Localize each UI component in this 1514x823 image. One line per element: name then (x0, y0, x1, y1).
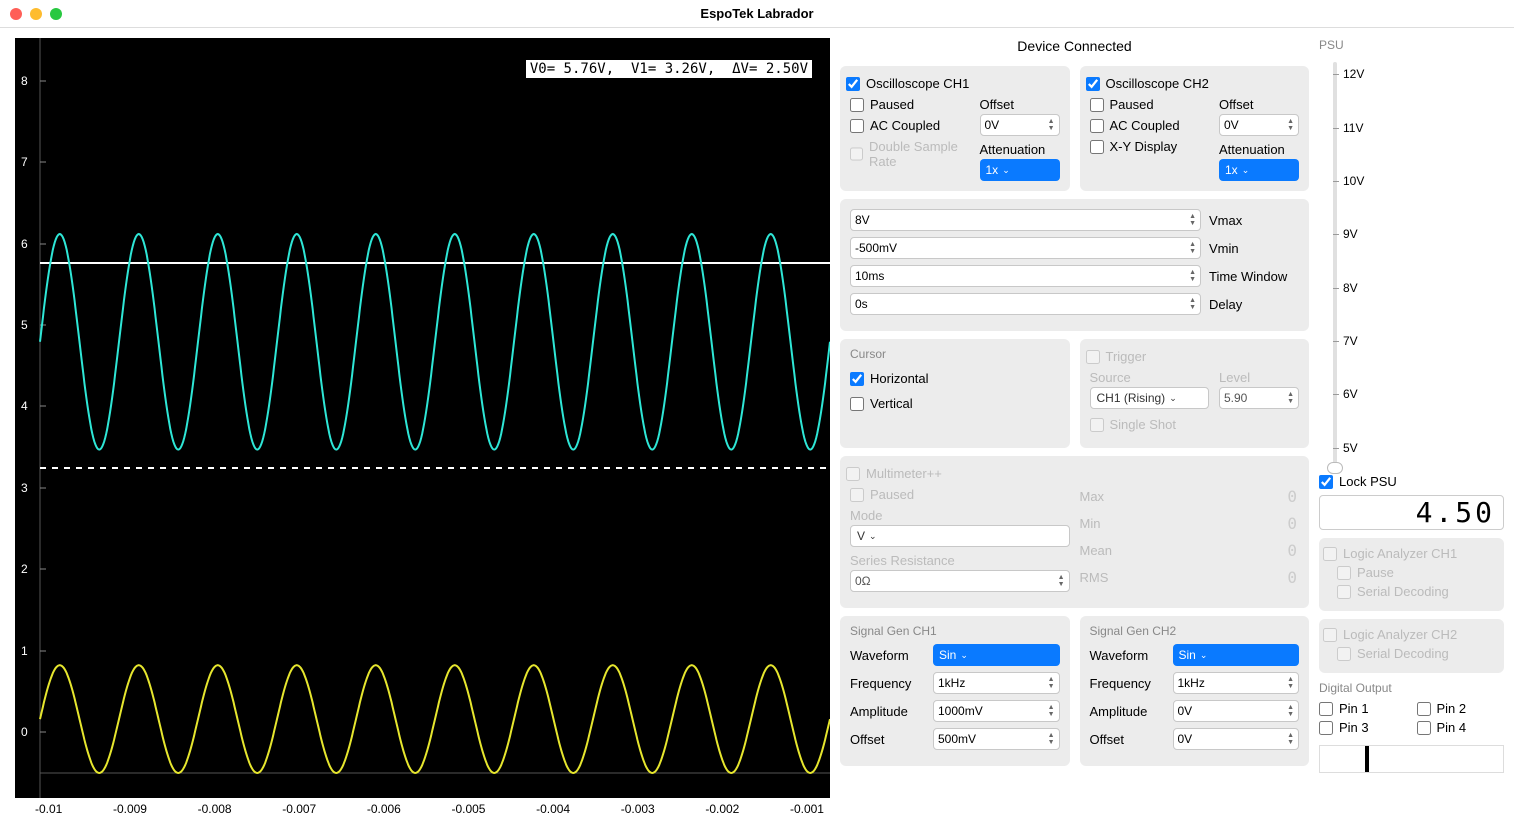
psu-slider[interactable]: 12V 11V 10V 9V 8V 7V 6V 5V (1333, 58, 1504, 468)
multimeter-group: Multimeter++ Paused Mode V⌄ Series Resis… (840, 456, 1309, 608)
la2-serial-decoding (1337, 647, 1351, 661)
y-tick: 8 (21, 74, 28, 88)
vmin-input[interactable]: ▲▼ (850, 237, 1201, 259)
x-tick: -0.009 (113, 802, 147, 816)
mm-paused (850, 488, 864, 502)
la1-enable[interactable] (1323, 547, 1337, 561)
mm-series-res-input: ▲▼ (850, 570, 1070, 592)
x-tick: -0.002 (705, 802, 739, 816)
mm-mean-value: 0 (1287, 541, 1299, 560)
x-axis: -0.01 -0.009 -0.008 -0.007 -0.006 -0.005… (15, 798, 830, 816)
timewindow-input[interactable]: ▲▼ (850, 265, 1201, 287)
cursor-readout: V0= 5.76V, V1= 3.26V, ΔV= 2.50V (526, 60, 812, 78)
digital-output-group: Digital Output Pin 1 Pin 2 Pin 3 Pin 4 (1319, 681, 1504, 773)
y-tick: 3 (21, 481, 28, 495)
vmax-input[interactable]: ▲▼ (850, 209, 1201, 231)
ch2-paused[interactable] (1090, 98, 1104, 112)
ch1-double-sample (850, 147, 863, 161)
trigger-level-input: ▲▼ (1219, 387, 1299, 409)
sig1-amp-input[interactable]: ▲▼ (933, 700, 1060, 722)
multimeter-enable[interactable] (846, 467, 860, 481)
lock-psu[interactable] (1319, 475, 1333, 489)
y-tick: 0 (21, 725, 28, 739)
la2-enable[interactable] (1323, 628, 1337, 642)
x-tick: -0.005 (451, 802, 485, 816)
y-tick: 7 (21, 155, 28, 169)
ch1-offset-input[interactable]: ▲▼ (980, 114, 1060, 136)
logic-analyzer-ch2-group: Logic Analyzer CH2 Serial Decoding (1319, 619, 1504, 673)
ch1-paused[interactable] (850, 98, 864, 112)
x-tick: -0.001 (790, 802, 824, 816)
sig2-waveform-select[interactable]: Sin⌄ (1173, 644, 1300, 666)
scope-ch2-enable[interactable] (1086, 77, 1100, 91)
digital-pin2[interactable] (1417, 702, 1431, 716)
digital-output-preview (1319, 745, 1504, 773)
y-tick: 2 (21, 562, 28, 576)
sig2-amp-input[interactable]: ▲▼ (1173, 700, 1300, 722)
scope-ch2-group: Oscilloscope CH2 Paused AC Coupled X-Y D… (1080, 66, 1310, 191)
x-tick: -0.008 (198, 802, 232, 816)
digital-pin3[interactable] (1319, 721, 1333, 735)
ch2-atten-select[interactable]: 1x⌄ (1219, 159, 1299, 181)
mm-rms-value: 0 (1287, 568, 1299, 587)
sig1-offset-input[interactable]: ▲▼ (933, 728, 1060, 750)
ch1-atten-select[interactable]: 1x⌄ (980, 159, 1060, 181)
device-status: Device Connected (840, 38, 1309, 54)
ch2-offset-input[interactable]: ▲▼ (1219, 114, 1299, 136)
y-tick: 4 (21, 399, 28, 413)
sig1-waveform-select[interactable]: Sin⌄ (933, 644, 1060, 666)
y-tick: 5 (21, 318, 28, 332)
logic-analyzer-ch1-group: Logic Analyzer CH1 Pause Serial Decoding (1319, 538, 1504, 611)
minimize-icon[interactable] (30, 8, 42, 20)
x-tick: -0.003 (621, 802, 655, 816)
scope-ch2-title: Oscilloscope CH2 (1106, 76, 1209, 91)
trigger-single-shot (1090, 418, 1104, 432)
digital-pin1[interactable] (1319, 702, 1333, 716)
ch1-ac-coupled[interactable] (850, 119, 864, 133)
sig2-freq-input[interactable]: ▲▼ (1173, 672, 1300, 694)
scope-ch1-enable[interactable] (846, 77, 860, 91)
cursor-vertical[interactable] (850, 397, 864, 411)
mm-max-value: 0 (1287, 487, 1299, 506)
trigger-source-select: CH1 (Rising)⌄ (1090, 387, 1210, 409)
x-tick: -0.004 (536, 802, 570, 816)
window-title: EspoTek Labrador (0, 6, 1514, 21)
x-tick: -0.01 (35, 802, 62, 816)
x-tick: -0.007 (282, 802, 316, 816)
psu-voltage-display: 4.50 (1319, 495, 1504, 530)
fullscreen-icon[interactable] (50, 8, 62, 20)
la1-serial-decoding (1337, 585, 1351, 599)
x-tick: -0.006 (367, 802, 401, 816)
oscilloscope-plot[interactable]: V0= 5.76V, V1= 3.26V, ΔV= 2.50V 8 7 6 5 … (15, 38, 830, 798)
trigger-enable[interactable] (1086, 350, 1100, 364)
siggen-ch1-group: Signal Gen CH1 WaveformSin⌄ Frequency▲▼ … (840, 616, 1070, 766)
cursor-horizontal[interactable] (850, 372, 864, 386)
mm-mode-select: V⌄ (850, 525, 1070, 547)
range-group: ▲▼Vmax ▲▼Vmin ▲▼Time Window ▲▼Delay (840, 199, 1309, 331)
y-tick: 6 (21, 237, 28, 251)
titlebar: EspoTek Labrador (0, 0, 1514, 28)
close-icon[interactable] (10, 8, 22, 20)
sig2-offset-input[interactable]: ▲▼ (1173, 728, 1300, 750)
ch2-ac-coupled[interactable] (1090, 119, 1104, 133)
trigger-group: Trigger Source CH1 (Rising)⌄ Single Shot… (1080, 339, 1310, 448)
y-tick: 1 (21, 644, 28, 658)
delay-input[interactable]: ▲▼ (850, 293, 1201, 315)
digital-pin4[interactable] (1417, 721, 1431, 735)
siggen-ch2-group: Signal Gen CH2 WaveformSin⌄ Frequency▲▼ … (1080, 616, 1310, 766)
sig1-freq-input[interactable]: ▲▼ (933, 672, 1060, 694)
scope-ch1-title: Oscilloscope CH1 (866, 76, 969, 91)
cursor-group: Cursor Horizontal Vertical (840, 339, 1070, 448)
scope-ch1-group: Oscilloscope CH1 Paused AC Coupled Doubl… (840, 66, 1070, 191)
la1-pause (1337, 566, 1351, 580)
ch2-xy-display[interactable] (1090, 140, 1104, 154)
mm-min-value: 0 (1287, 514, 1299, 533)
psu-title: PSU (1319, 38, 1504, 52)
psu-slider-thumb[interactable] (1327, 462, 1343, 474)
